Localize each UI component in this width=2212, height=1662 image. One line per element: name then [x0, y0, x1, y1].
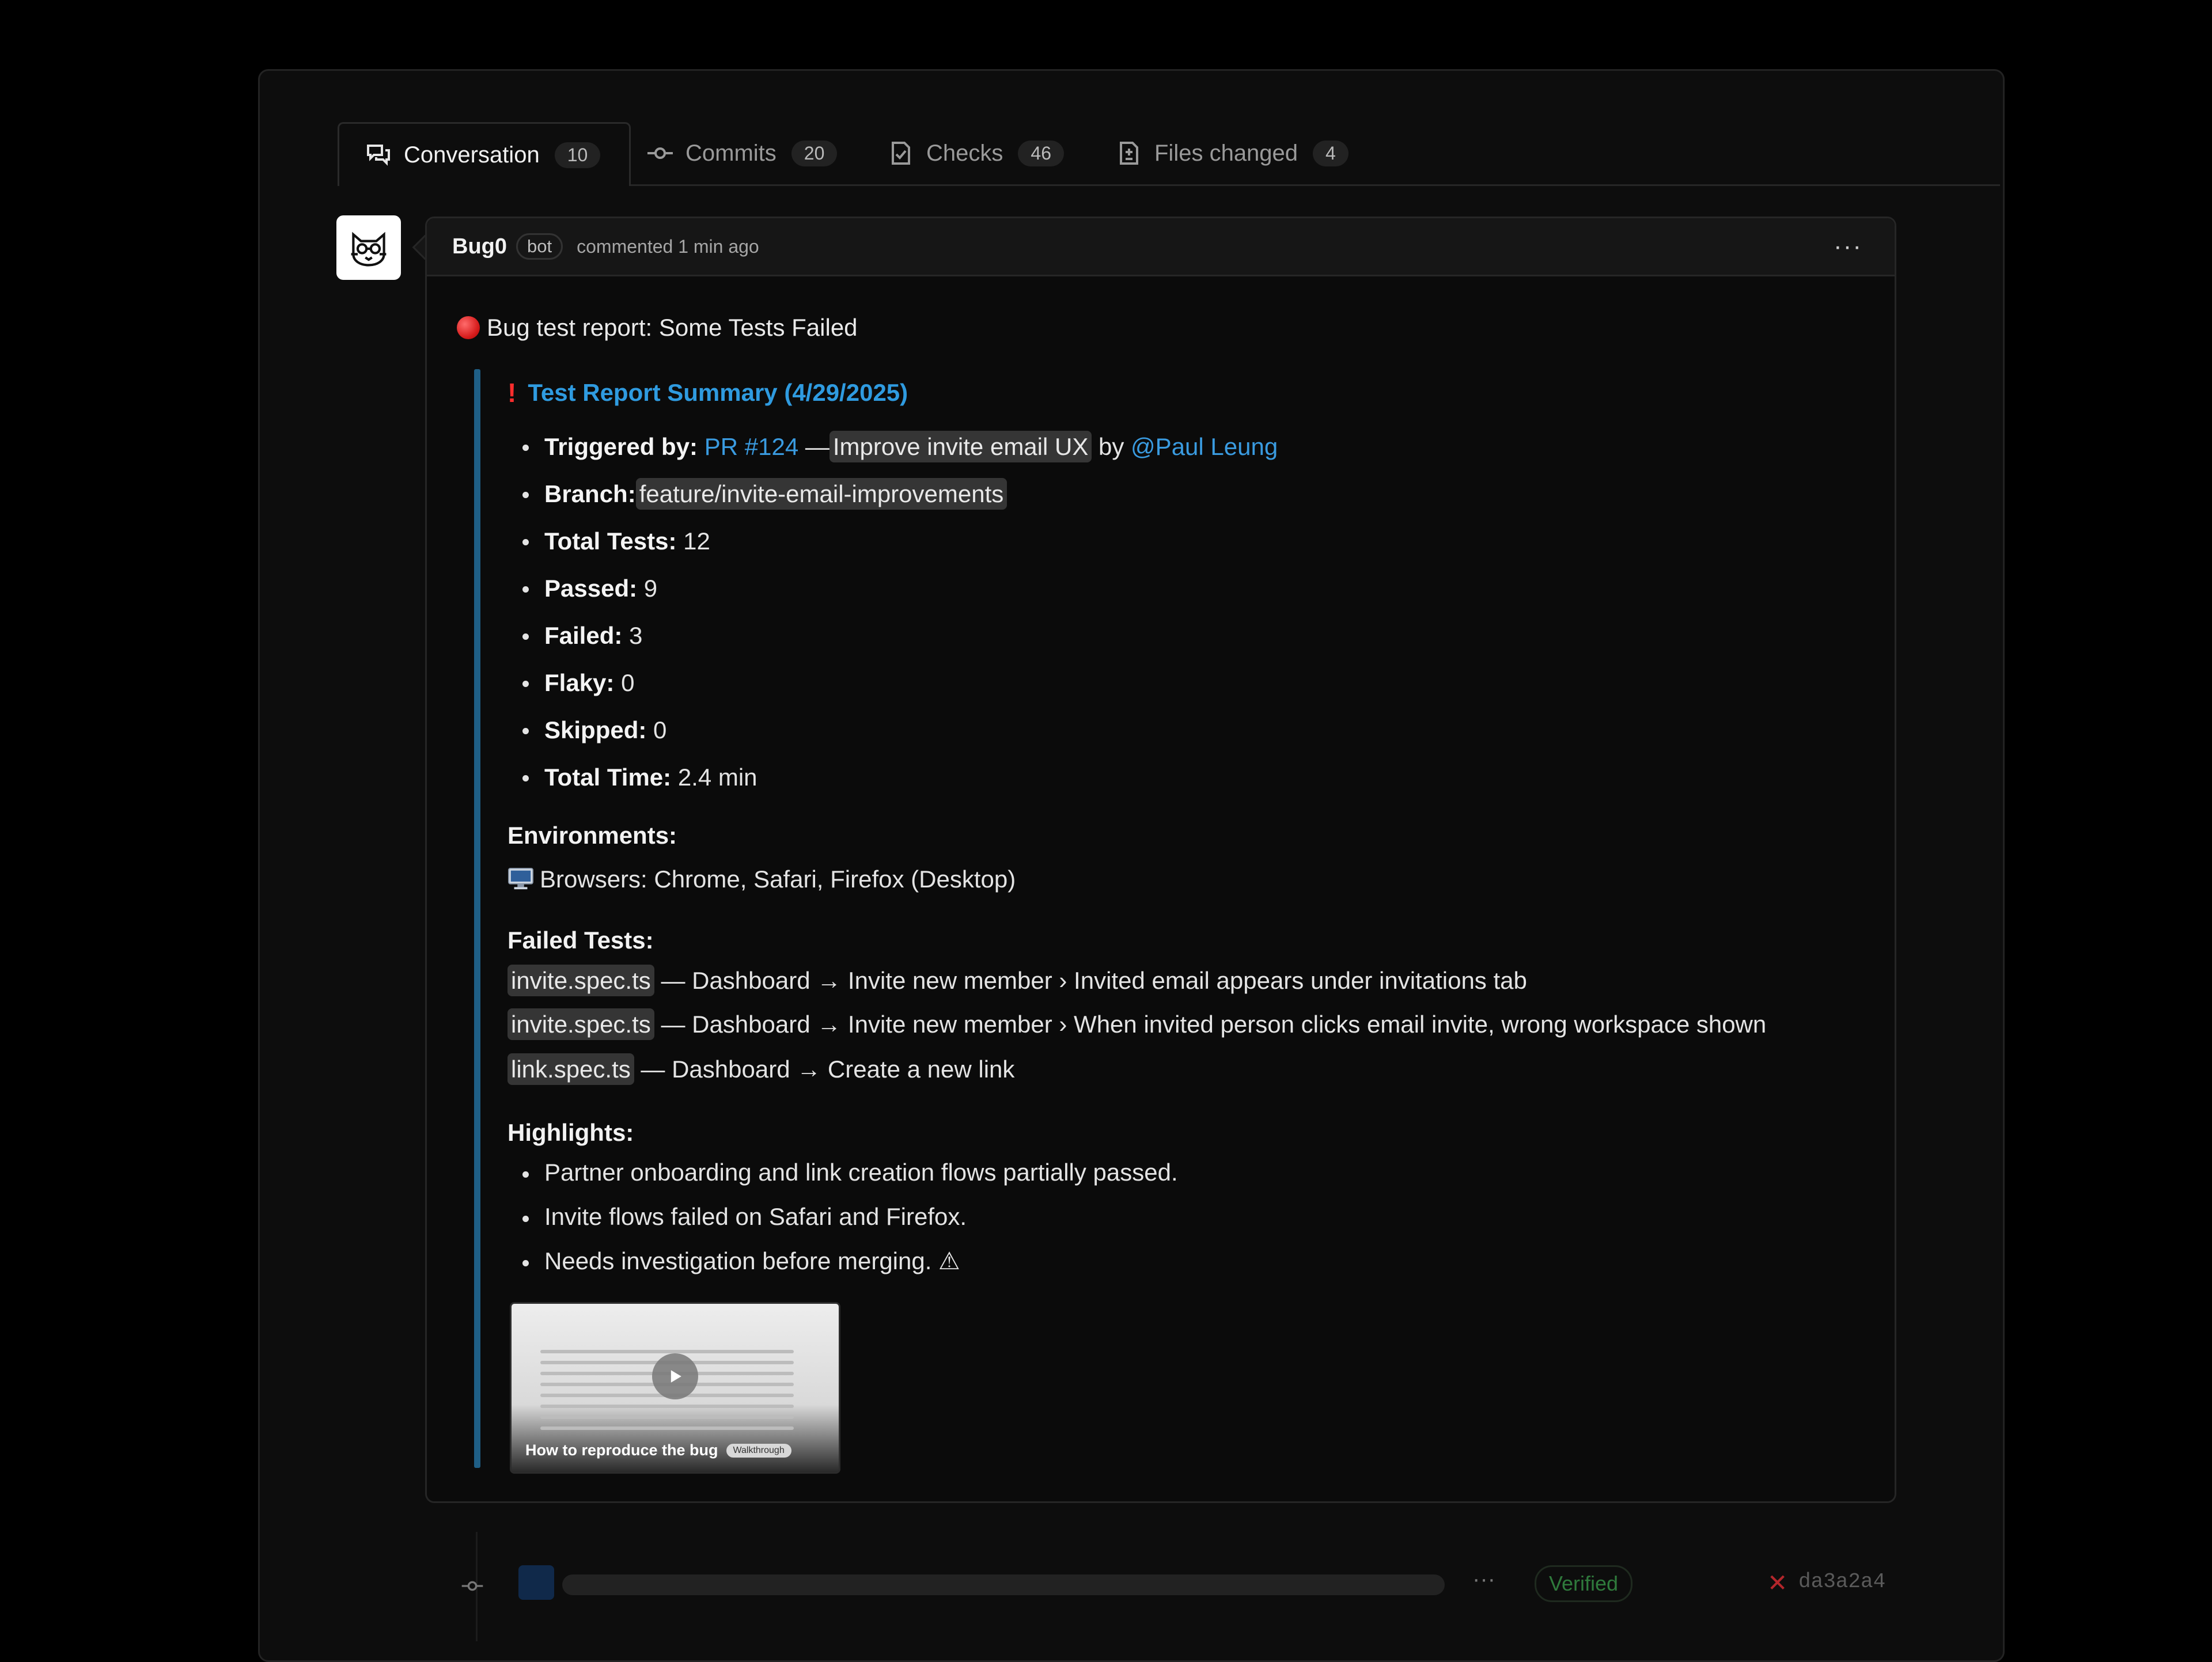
stat-value: 0 [621, 669, 635, 696]
file-diff-icon [1115, 139, 1143, 167]
stat-value: 3 [629, 622, 643, 649]
video-tag: Walkthrough [726, 1443, 791, 1458]
failed-tests-heading: Failed Tests: [507, 927, 654, 954]
commit-row: ··· Verified ✕ da3a2a4 [461, 1565, 1889, 1607]
desktop-computer-icon [508, 867, 533, 890]
tab-commits-label: Commits [685, 140, 777, 166]
highlights-list: Partner onboarding and link creation flo… [507, 1150, 1178, 1283]
comment-card: Bug0 bot commented 1 min ago ··· Bug tes… [425, 217, 1896, 1503]
bot-badge: bot [516, 233, 563, 260]
test-file-code: invite.spec.ts [507, 1008, 654, 1040]
stat-label: Failed: [544, 622, 623, 649]
cat-logo-icon [351, 232, 387, 267]
tab-checks-label: Checks [926, 140, 1003, 166]
stat-value: 0 [653, 716, 667, 743]
list-item-branch: Branch: feature/invite-email-improvements [507, 470, 1278, 518]
report-title: Bug test report: Some Tests Failed [457, 314, 858, 341]
by-text: by [1099, 433, 1124, 460]
test-description: — Dashboard → Invite new member › Invite… [661, 967, 1527, 994]
video-caption-text: How to reproduce the bug [525, 1441, 718, 1459]
commit-message-placeholder[interactable] [562, 1574, 1445, 1595]
commit-author-avatar[interactable] [518, 1565, 554, 1600]
environments-text: Browsers: Chrome, Safari, Firefox (Deskt… [540, 866, 1016, 893]
comment-author[interactable]: Bug0 [452, 234, 507, 259]
test-description: — Dashboard → Invite new member › When i… [661, 1011, 1767, 1038]
tab-files-changed[interactable]: Files changed 4 [1115, 122, 1349, 184]
summary-heading[interactable]: ! Test Report Summary (4/29/2025) [507, 377, 908, 408]
video-thumbnail[interactable]: How to reproduce the bug Walkthrough [510, 1302, 840, 1474]
stat-label: Flaky: [544, 669, 615, 696]
stat-label: Total Tests: [544, 528, 677, 555]
failed-test-row: link.spec.ts — Dashboard → Create a new … [507, 1053, 1015, 1085]
triggered-label: Triggered by: [544, 433, 698, 460]
comment-header: Bug0 bot commented 1 min ago ··· [427, 218, 1895, 276]
tab-conversation-label: Conversation [404, 142, 540, 168]
check-failed-icon[interactable]: ✕ [1767, 1569, 1787, 1597]
stat-label: Passed: [544, 575, 638, 602]
branch-code: feature/invite-email-improvements [635, 478, 1007, 510]
environments-line: Browsers: Chrome, Safari, Firefox (Deskt… [507, 866, 1016, 893]
test-file-code: invite.spec.ts [507, 965, 654, 996]
tab-conversation[interactable]: Conversation 10 [338, 122, 631, 186]
stat-value: 9 [643, 575, 658, 602]
tab-checks-count: 46 [1018, 140, 1064, 166]
conversation-icon [365, 141, 392, 169]
comment-more-button[interactable]: ··· [1834, 232, 1862, 261]
tab-checks[interactable]: Checks 46 [887, 122, 1064, 184]
test-description: — Dashboard → Create a new link [641, 1056, 1015, 1083]
stat-value: 2.4 min [677, 764, 757, 791]
checks-icon [887, 139, 915, 167]
highlight-item: Needs investigation before merging. ⚠ [507, 1239, 1178, 1283]
highlight-item: Invite flows failed on Safari and Firefo… [507, 1194, 1178, 1239]
summary-list: Triggered by: PR #124 — Improve invite em… [507, 423, 1278, 801]
user-mention-link[interactable]: @Paul Leung [1131, 433, 1278, 460]
video-caption: How to reproduce the bug Walkthrough [525, 1441, 791, 1459]
pr-tabbar: Conversation 10 Commits 20 Checks 46 Fil… [338, 122, 2000, 186]
red-circle-icon [457, 316, 480, 339]
highlight-item: Partner onboarding and link creation flo… [507, 1150, 1178, 1194]
list-item-triggered: Triggered by: PR #124 — Improve invite em… [507, 423, 1278, 470]
list-item-stat: Total Tests: 12 [507, 518, 1278, 565]
tab-commits-count: 20 [791, 140, 838, 166]
list-item-stat: Passed: 9 [507, 565, 1278, 612]
pr-title-code: Improve invite email UX [829, 431, 1092, 462]
commit-sha[interactable]: da3a2a4 [1798, 1570, 1885, 1593]
commit-icon [461, 1574, 484, 1598]
report-title-text: Bug test report: Some Tests Failed [487, 314, 858, 341]
stat-value: 12 [683, 528, 710, 555]
commit-more-button[interactable]: ··· [1472, 1566, 1495, 1592]
comment-timestamp: commented 1 min ago [577, 236, 759, 257]
tab-files-changed-count: 4 [1313, 140, 1349, 166]
highlights-heading: Highlights: [507, 1119, 634, 1146]
list-item-stat: Flaky: 0 [507, 659, 1278, 707]
avatar[interactable] [336, 215, 401, 280]
stage: Conversation 10 Commits 20 Checks 46 Fil… [0, 0, 2212, 1662]
list-item-stat: Skipped: 0 [507, 707, 1278, 754]
pr-link[interactable]: PR #124 [704, 433, 798, 460]
failed-test-row: invite.spec.ts — Dashboard → Invite new … [507, 1008, 1767, 1040]
verified-badge[interactable]: Verified [1535, 1565, 1633, 1602]
blockquote-bar [474, 369, 480, 1468]
commit-icon [646, 139, 674, 167]
list-item-stat: Failed: 3 [507, 612, 1278, 659]
stat-label: Total Time: [544, 764, 672, 791]
test-file-code: link.spec.ts [507, 1053, 634, 1085]
branch-label: Branch: [544, 480, 636, 507]
summary-heading-text: Test Report Summary (4/29/2025) [528, 379, 908, 406]
environments-heading: Environments: [507, 822, 677, 849]
tab-files-changed-label: Files changed [1154, 140, 1298, 166]
tab-conversation-count: 10 [554, 142, 601, 168]
exclamation-icon: ! [507, 378, 517, 408]
stat-label: Skipped: [544, 716, 647, 743]
dash: — [805, 433, 830, 460]
list-item-stat: Total Time: 2.4 min [507, 754, 1278, 801]
tab-commits[interactable]: Commits 20 [646, 122, 838, 184]
play-icon[interactable] [652, 1353, 698, 1399]
failed-test-row: invite.spec.ts — Dashboard → Invite new … [507, 965, 1527, 996]
